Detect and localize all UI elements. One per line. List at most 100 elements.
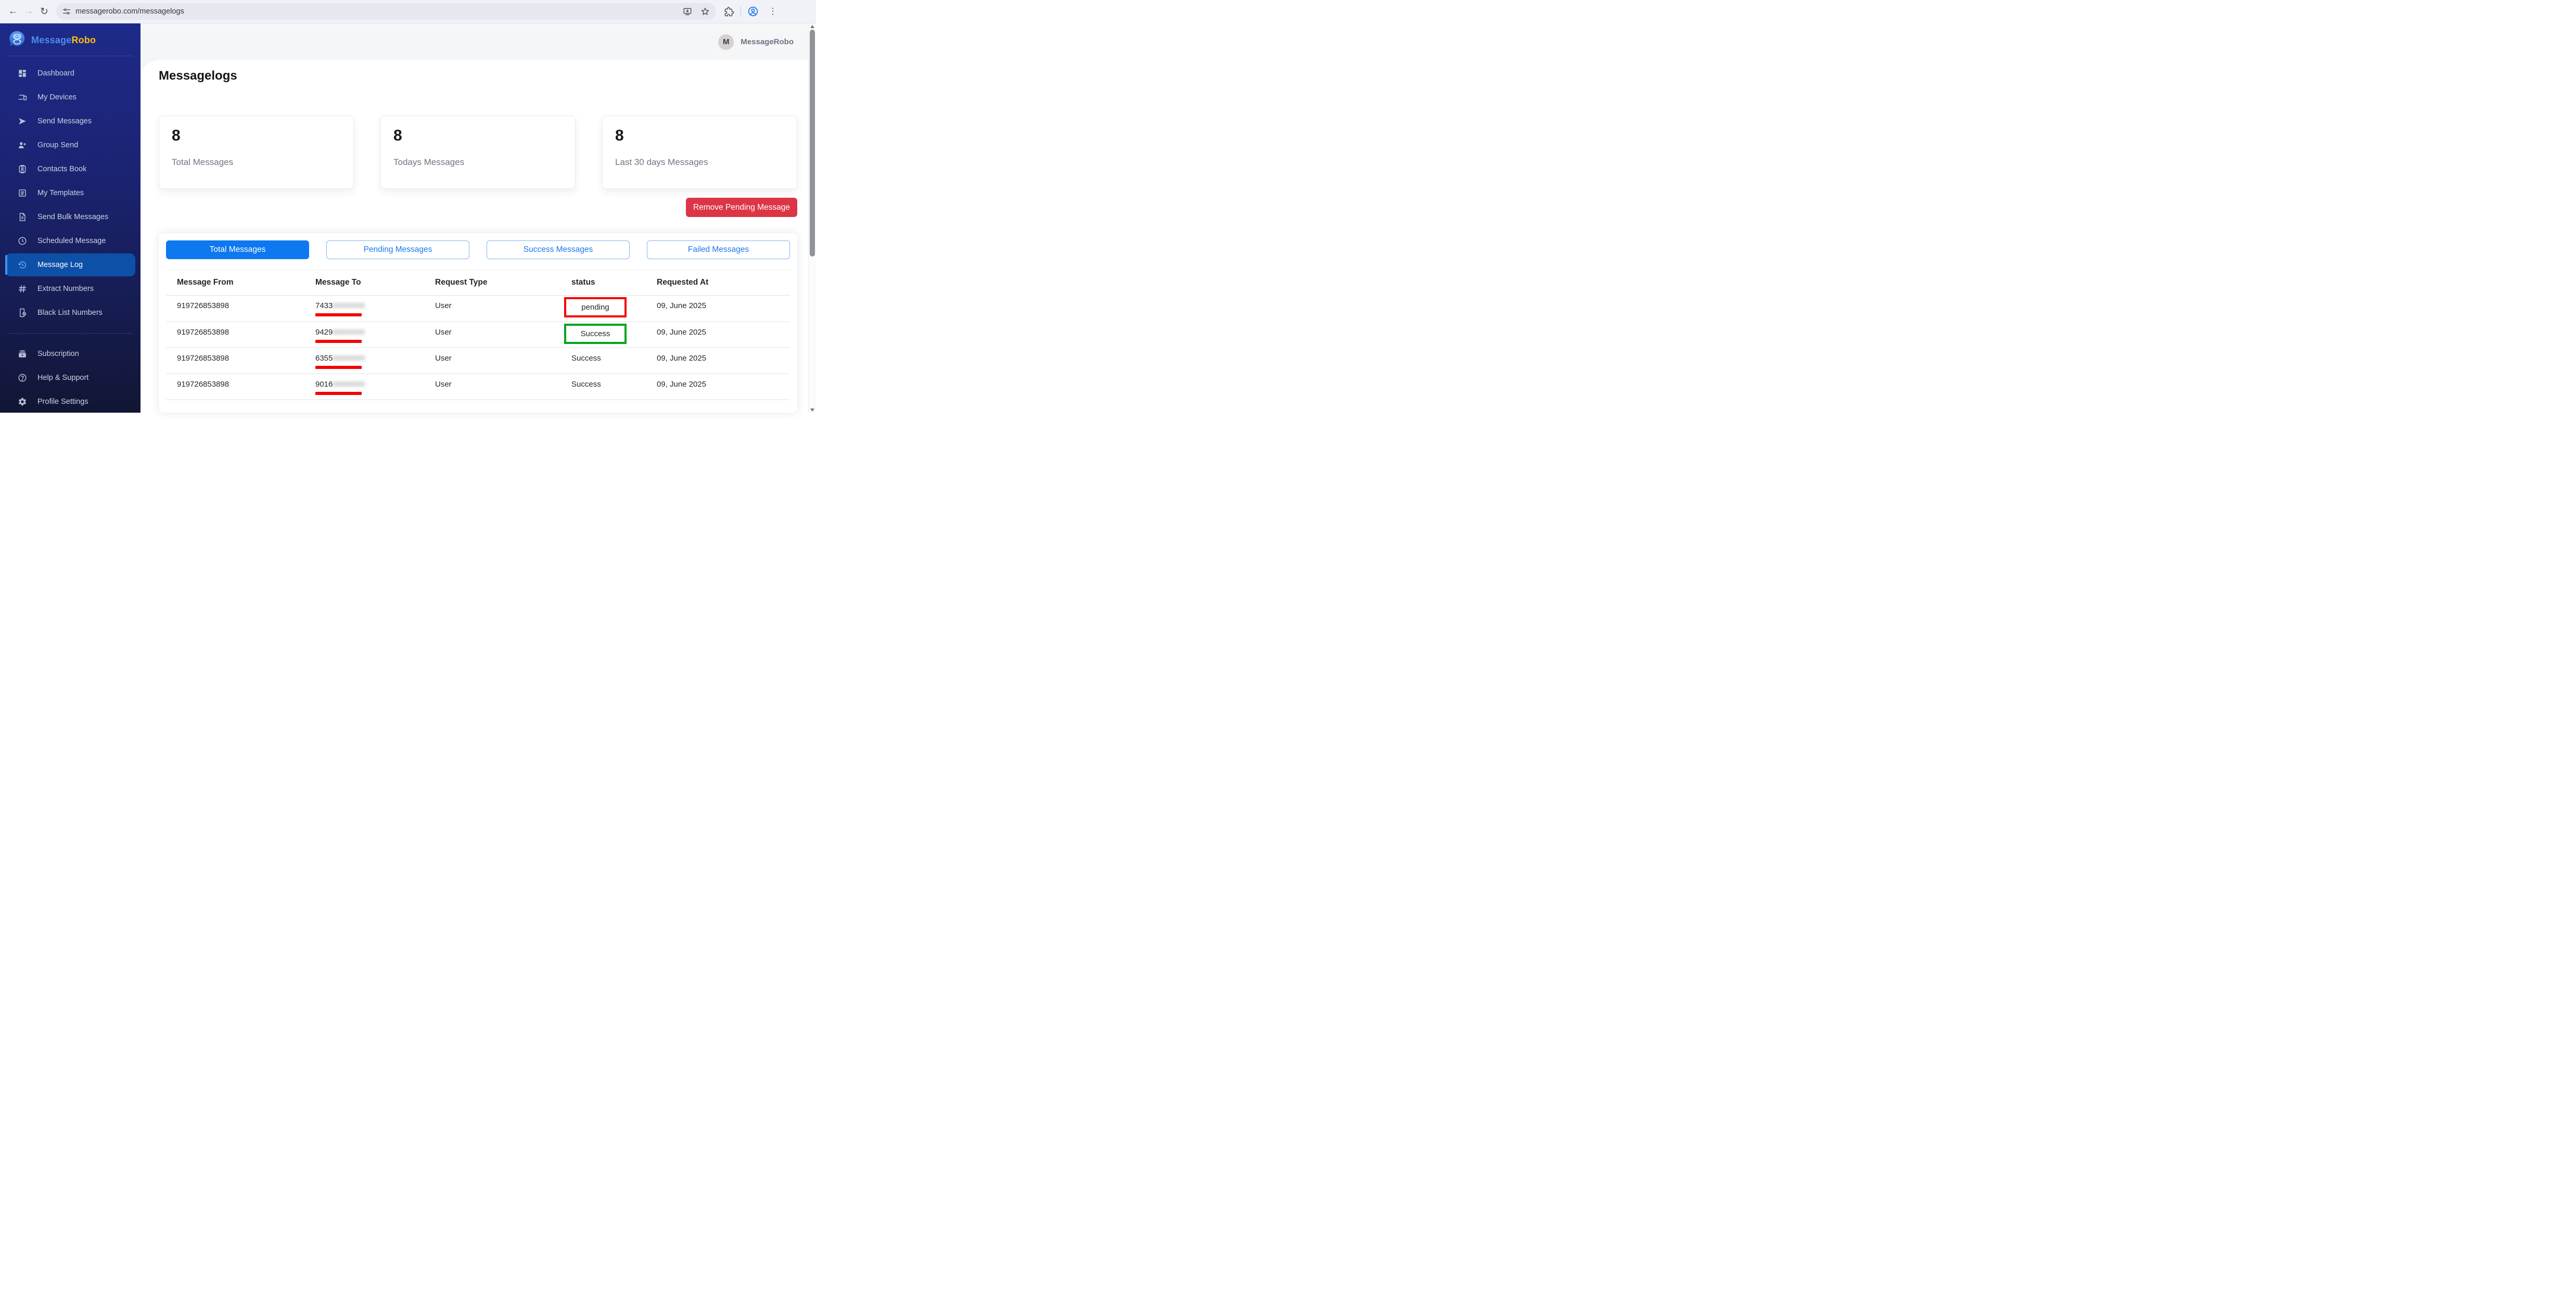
cell-request-type: User (424, 322, 560, 348)
install-icon[interactable] (683, 7, 692, 16)
phone-block-icon (18, 308, 27, 317)
tab-pending-messages[interactable]: Pending Messages (326, 240, 469, 259)
status-annotation-green: Success (564, 324, 627, 344)
profile-icon[interactable] (747, 6, 759, 17)
address-bar[interactable]: messagerobo.com/messagelogs (56, 3, 716, 20)
filter-tabs: Total Messages Pending Messages Success … (166, 240, 790, 259)
cell-status: Success (560, 322, 646, 348)
browser-toolbar: ← → ↻ messagerobo.com/messagelogs (0, 0, 816, 23)
help-icon (18, 373, 27, 382)
subscription-icon (18, 349, 27, 359)
stat-label: Last 30 days Messages (615, 157, 784, 168)
page-title: Messagelogs (159, 69, 797, 83)
devices-icon (18, 93, 27, 102)
redaction-underline (315, 366, 362, 369)
bookmark-star-icon[interactable] (700, 7, 710, 16)
cell-status: Success (560, 374, 646, 400)
file-icon (18, 212, 27, 222)
action-row: Remove Pending Message (159, 198, 797, 217)
tune-icon[interactable] (62, 7, 71, 16)
brand: MessageRobo (0, 23, 141, 56)
cell-message-to: 94290000000 (304, 322, 424, 348)
tab-failed-messages[interactable]: Failed Messages (647, 240, 790, 259)
tab-total-messages[interactable]: Total Messages (166, 240, 309, 259)
cell-requested-at: 09, June 2025 (646, 374, 790, 400)
sidebar-item-send-messages[interactable]: Send Messages (0, 109, 141, 133)
robot-logo-icon (8, 30, 26, 50)
cell-message-to: 63550000000 (304, 348, 424, 374)
stat-card-last-30-days: 8 Last 30 days Messages (602, 116, 797, 189)
masked-digits: 0000000 (333, 301, 365, 310)
col-message-to: Message To (304, 270, 424, 296)
table-row: 919726853898 90160000000 User Success 09… (166, 374, 790, 400)
username[interactable]: MessageRobo (741, 37, 794, 46)
extensions-icon[interactable] (724, 7, 734, 17)
page-scrollbar[interactable] (808, 23, 816, 413)
sidebar-item-my-devices[interactable]: My Devices (0, 85, 141, 109)
sidebar-item-extract-numbers[interactable]: Extract Numbers (0, 277, 141, 301)
sidebar-item-send-bulk-messages[interactable]: Send Bulk Messages (0, 205, 141, 229)
cell-request-type: User (424, 374, 560, 400)
tab-success-messages[interactable]: Success Messages (487, 240, 630, 259)
sidebar-nav: Dashboard My Devices Send Messages Group… (0, 61, 141, 413)
send-icon (18, 117, 27, 126)
reload-icon[interactable]: ↻ (36, 4, 52, 19)
sidebar-item-scheduled-message[interactable]: Scheduled Message (0, 229, 141, 253)
sidebar-item-help-support[interactable]: Help & Support (0, 366, 141, 390)
sidebar-item-contacts-book[interactable]: Contacts Book (0, 157, 141, 181)
masked-digits: 0000000 (333, 380, 365, 389)
redaction-underline (315, 313, 362, 316)
sidebar-divider (7, 333, 133, 334)
history-icon (18, 260, 27, 270)
col-message-from: Message From (166, 270, 304, 296)
stat-value: 8 (172, 127, 341, 145)
cell-status: pending (560, 296, 646, 322)
scrollbar-thumb[interactable] (810, 30, 815, 257)
stat-label: Total Messages (172, 157, 341, 168)
main-area: M MessageRobo Messagelogs 8 Total Messag… (141, 23, 808, 413)
table-row: 919726853898 94290000000 User Success 09… (166, 322, 790, 348)
sidebar-item-message-log[interactable]: Message Log (5, 253, 135, 276)
top-header: M MessageRobo (141, 23, 808, 60)
dashboard-icon (18, 69, 27, 78)
forward-icon[interactable]: → (21, 4, 36, 19)
col-requested-at: Requested At (646, 270, 790, 296)
cell-message-from: 919726853898 (166, 348, 304, 374)
stat-card-total: 8 Total Messages (159, 116, 354, 189)
col-request-type: Request Type (424, 270, 560, 296)
cell-status: Success (560, 348, 646, 374)
cell-requested-at: 09, June 2025 (646, 348, 790, 374)
cell-request-type: User (424, 348, 560, 374)
avatar[interactable]: M (718, 34, 734, 50)
cell-message-to: 90160000000 (304, 374, 424, 400)
sidebar-item-black-list-numbers[interactable]: Black List Numbers (0, 301, 141, 325)
messages-table-card: Total Messages Pending Messages Success … (159, 233, 797, 413)
url-text[interactable]: messagerobo.com/messagelogs (75, 7, 678, 16)
stat-value: 8 (615, 127, 784, 145)
scrollbar-down-arrow-icon[interactable] (810, 409, 814, 412)
remove-pending-message-button[interactable]: Remove Pending Message (686, 198, 797, 217)
sidebar-item-dashboard[interactable]: Dashboard (0, 61, 141, 85)
table-row: 919726853898 63550000000 User Success 09… (166, 348, 790, 374)
message-log-table: Message From Message To Request Type sta… (166, 270, 790, 400)
scrollbar-up-arrow-icon[interactable] (810, 25, 814, 28)
sidebar: MessageRobo Dashboard My Devices Send Me… (0, 23, 141, 413)
back-icon[interactable]: ← (5, 4, 21, 19)
cell-request-type: User (424, 296, 560, 322)
cell-requested-at: 09, June 2025 (646, 322, 790, 348)
sidebar-item-my-templates[interactable]: My Templates (0, 181, 141, 205)
sidebar-item-subscription[interactable]: Subscription (0, 342, 141, 366)
sidebar-item-profile-settings[interactable]: Profile Settings (0, 390, 141, 413)
table-row: 919726853898 74330000000 User pending 09… (166, 296, 790, 322)
templates-icon (18, 188, 27, 198)
sidebar-item-group-send[interactable]: Group Send (0, 133, 141, 157)
menu-dots-icon[interactable]: ⋮ (765, 4, 781, 19)
stat-label: Todays Messages (393, 157, 563, 168)
hash-icon (18, 284, 27, 293)
stats-row: 8 Total Messages 8 Todays Messages 8 Las… (159, 116, 797, 189)
masked-digits: 0000000 (333, 328, 365, 337)
masked-digits: 0000000 (333, 354, 365, 363)
cell-message-from: 919726853898 (166, 296, 304, 322)
col-status: status (560, 270, 646, 296)
gear-icon (18, 397, 27, 406)
